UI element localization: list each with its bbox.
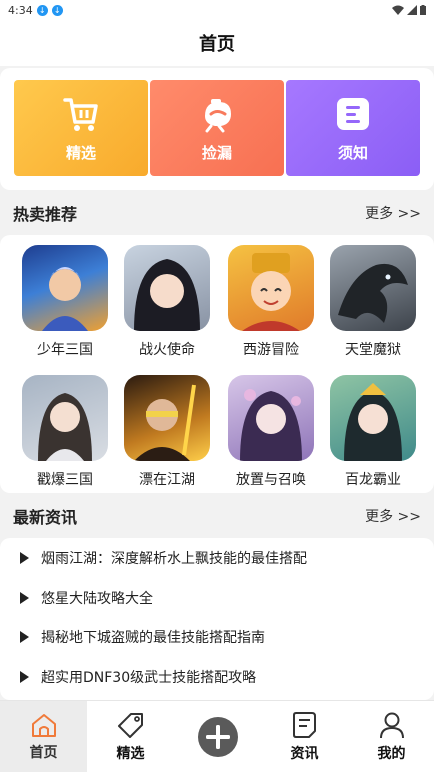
more-link[interactable]: 更多 >>: [365, 506, 421, 526]
quick-tile-bargain[interactable]: 捡漏: [150, 80, 284, 176]
download-icon: ↓: [51, 4, 63, 16]
wifi-icon: [392, 5, 404, 15]
game-item[interactable]: 战火使命: [124, 245, 210, 359]
game-cover: [228, 375, 314, 461]
quick-tile-label: 须知: [337, 143, 368, 162]
game-name: 戳爆三国: [37, 472, 93, 488]
plus-circle-icon: [197, 717, 238, 757]
bullet-triangle-icon: [20, 671, 29, 683]
section-title: 最新资讯: [13, 508, 78, 527]
news-title: 悠星大陆攻略大全: [41, 591, 153, 607]
tab-label: 精选: [116, 746, 145, 762]
bullet-triangle-icon: [20, 552, 29, 564]
signal-icon: [407, 5, 417, 15]
status-time: 4:34: [8, 3, 33, 17]
news-section-header: 最新资讯 更多 >>: [0, 496, 434, 536]
piggy-bank-icon: [205, 98, 231, 132]
game-item[interactable]: 百龙霸业: [330, 375, 416, 489]
game-item[interactable]: 戳爆三国: [22, 375, 108, 489]
document-icon: [292, 712, 316, 738]
quick-tile-featured[interactable]: 精选: [14, 80, 148, 176]
app-header: 首页: [0, 20, 434, 66]
game-cover: [330, 375, 416, 461]
user-icon: [379, 712, 404, 739]
quick-tile-notice[interactable]: 须知: [286, 80, 420, 176]
quick-tile-label: 精选: [65, 143, 96, 162]
game-item[interactable]: 天堂魔狱: [330, 245, 416, 359]
more-link[interactable]: 更多 >>: [365, 203, 421, 223]
game-cover: [124, 245, 210, 331]
news-item[interactable]: 揭秘地下城盗贼的最佳技能搭配指南: [20, 624, 265, 650]
game-cover: [22, 375, 108, 461]
news-item[interactable]: 悠星大陆攻略大全: [20, 585, 153, 611]
game-item[interactable]: 少年三国: [22, 245, 108, 359]
game-cover: [228, 245, 314, 331]
section-title: 热卖推荐: [13, 205, 78, 224]
tab-home[interactable]: 首页: [0, 701, 87, 772]
battery-icon: [420, 5, 426, 15]
cart-icon: [63, 97, 98, 131]
bottom-tab-bar: 首页 精选 资讯 我的: [0, 700, 434, 772]
news-title: 揭秘地下城盗贼的最佳技能搭配指南: [41, 630, 265, 646]
news-title: 超实用DNF30级武士技能搭配攻略: [41, 670, 257, 686]
page-title: 首页: [199, 34, 235, 55]
home-icon: [31, 714, 56, 737]
game-item[interactable]: 西游冒险: [228, 245, 314, 359]
game-name: 天堂魔狱: [345, 342, 401, 358]
game-cover: [22, 245, 108, 331]
game-name: 战火使命: [139, 342, 195, 358]
game-item[interactable]: 放置与召唤: [228, 375, 314, 489]
tab-news[interactable]: 资讯: [261, 701, 348, 772]
quick-entry-card: 精选 捡漏 须知: [0, 68, 434, 190]
tag-icon: [117, 713, 143, 738]
bullet-triangle-icon: [20, 592, 29, 604]
game-item[interactable]: 漂在江湖: [124, 375, 210, 489]
tab-featured[interactable]: 精选: [87, 701, 174, 772]
hot-games-card: 少年三国 战火使命 西游冒险 天堂魔狱 戳爆三国 漂在江湖 放置与召唤 百龙霸业: [0, 235, 434, 493]
news-list: 烟雨江湖：深度解析水上飘技能的最佳搭配 悠星大陆攻略大全 揭秘地下城盗贼的最佳技…: [0, 538, 434, 700]
news-item[interactable]: 超实用DNF30级武士技能搭配攻略: [20, 664, 256, 690]
news-title: 烟雨江湖：深度解析水上飘技能的最佳搭配: [41, 551, 307, 567]
tab-label: 我的: [377, 746, 406, 762]
quick-tile-label: 捡漏: [201, 143, 232, 162]
tab-label: 资讯: [290, 746, 319, 762]
game-name: 少年三国: [37, 342, 93, 358]
game-cover: [124, 375, 210, 461]
download-icon: ↓: [36, 4, 48, 16]
tab-add[interactable]: [174, 701, 261, 772]
bullet-triangle-icon: [20, 631, 29, 643]
game-name: 放置与召唤: [236, 472, 306, 488]
game-name: 西游冒险: [243, 342, 299, 358]
hot-section-header: 热卖推荐 更多 >>: [0, 193, 434, 233]
tab-mine[interactable]: 我的: [348, 701, 434, 772]
list-doc-icon: [337, 97, 369, 130]
status-bar: 4:34 ↓ ↓: [0, 0, 434, 20]
tab-label: 首页: [29, 745, 58, 761]
game-name: 百龙霸业: [345, 472, 401, 488]
game-cover: [330, 245, 416, 331]
news-item[interactable]: 烟雨江湖：深度解析水上飘技能的最佳搭配: [20, 545, 307, 571]
game-name: 漂在江湖: [139, 472, 195, 488]
